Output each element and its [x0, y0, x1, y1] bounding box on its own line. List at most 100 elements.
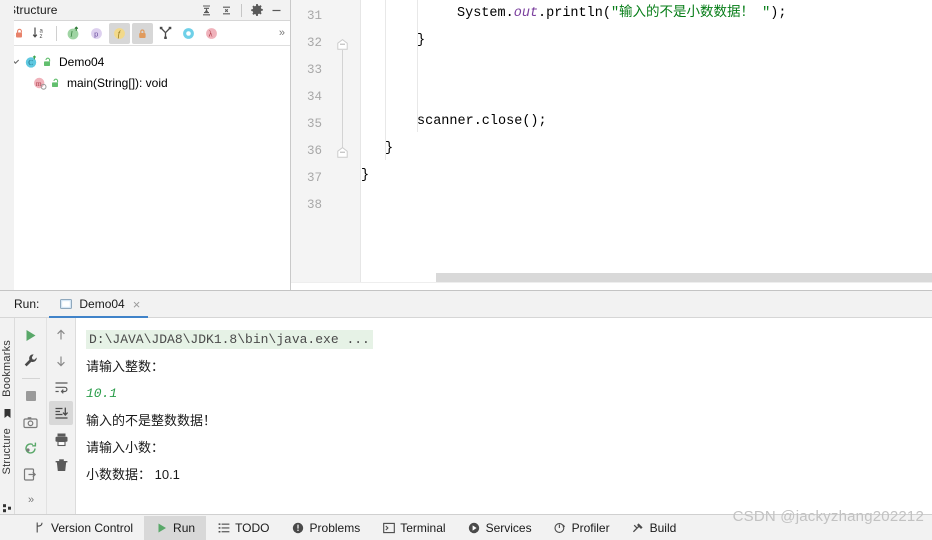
bookmarks-rail-icon [2, 408, 13, 419]
status-item-version-control[interactable]: Version Control [22, 516, 144, 540]
show-fields-icon[interactable]: f [109, 22, 130, 44]
print-icon[interactable] [49, 427, 73, 451]
code-token: ); [770, 6, 787, 21]
public-icon [49, 76, 62, 90]
status-item-label: Terminal [400, 520, 446, 535]
next-occurrence-icon[interactable] [49, 349, 73, 373]
fold-marker-icon[interactable] [337, 38, 348, 50]
editor-horizontal-scrollbar[interactable] [431, 273, 932, 282]
code-token: "输入的不是小数数据！ " [610, 6, 771, 21]
divider [21, 378, 40, 379]
svg-text:p: p [94, 29, 98, 38]
hammer-icon [632, 521, 645, 534]
expand-all-icon[interactable] [197, 1, 216, 20]
console-line: 小数数据： 10.1 [86, 467, 180, 482]
left-tool-rail: Bookmarks Structure [0, 318, 15, 514]
status-item-build[interactable]: Build [621, 516, 688, 540]
run-actions-primary: » [15, 318, 47, 514]
settings-wrench-icon[interactable] [19, 349, 43, 373]
run-tab-bar: Run: Demo04 × [0, 291, 932, 318]
run-actions-secondary [47, 318, 76, 514]
status-item-label: Build [649, 520, 677, 535]
run-actions-more-button[interactable]: » [28, 494, 34, 506]
warning-icon [292, 521, 305, 534]
show-non-public-icon[interactable] [132, 22, 153, 44]
run-window-label: Run: [14, 297, 40, 311]
hide-icon[interactable] [267, 1, 286, 20]
structure-header: Structure [0, 0, 290, 21]
list-icon [217, 521, 230, 534]
status-item-label: Run [173, 520, 196, 535]
top-left-rail [0, 0, 14, 290]
public-icon [41, 55, 54, 69]
console-output[interactable]: D:\JAVA\JDA8\JDK1.8\bin\java.exe ... 请输入… [76, 318, 932, 514]
status-item-todo[interactable]: TODO [206, 516, 280, 540]
sort-alphabetically-icon[interactable]: a z [29, 23, 50, 44]
close-icon[interactable]: × [133, 298, 141, 311]
show-inherited-icon[interactable]: I [63, 23, 84, 44]
run-tab-demo04[interactable]: Demo04 × [49, 292, 149, 318]
top-region: Structure a z I p f λ » C Demo04 m main(… [0, 0, 932, 290]
run-config-icon [59, 297, 73, 311]
status-item-label: Profiler [571, 520, 610, 535]
status-bar: Version Control Run TODO Problems Termin… [0, 514, 932, 540]
code-token: .println( [538, 6, 611, 21]
status-item-profiler[interactable]: Profiler [543, 516, 621, 540]
services-icon [468, 521, 481, 534]
show-interfaces-icon[interactable] [178, 23, 199, 44]
tree-item-class[interactable]: C Demo04 [0, 51, 290, 72]
soft-wrap-icon[interactable] [49, 375, 73, 399]
rail-label-structure[interactable]: Structure [1, 428, 13, 474]
exit-icon[interactable] [19, 462, 43, 486]
line-number: 32 [306, 36, 322, 50]
structure-toolbar-more-button[interactable]: » [279, 27, 285, 39]
tree-item-method[interactable]: m main(String[]): void [0, 72, 290, 93]
show-properties-icon[interactable]: p [86, 23, 107, 44]
idea-window: Structure a z I p f λ » C Demo04 m main(… [0, 0, 932, 540]
console-line: 请输入整数： [86, 359, 165, 374]
rerun-icon[interactable] [19, 323, 43, 347]
status-item-services[interactable]: Services [457, 516, 543, 540]
clear-all-icon[interactable] [49, 453, 73, 477]
rail-label-bookmarks[interactable]: Bookmarks [1, 340, 13, 397]
line-number: 34 [306, 90, 322, 104]
code-line-36: } [385, 141, 394, 156]
divider [241, 3, 242, 17]
code-line-35: scanner.close(); [417, 114, 547, 129]
editor-gutter[interactable]: 31 32 33 34 35 36 37 38 [291, 0, 361, 290]
fold-marker-icon[interactable] [337, 146, 348, 158]
previous-occurrence-icon[interactable] [49, 323, 73, 347]
line-number: 33 [306, 63, 322, 77]
fold-region-line [342, 50, 343, 154]
line-number: 35 [306, 117, 322, 131]
structure-header-actions [197, 1, 286, 20]
line-number: 38 [306, 198, 322, 212]
gear-icon[interactable] [247, 1, 266, 20]
line-number: 31 [306, 9, 322, 23]
show-anonymous-classes-icon[interactable] [155, 23, 176, 44]
dump-threads-icon[interactable] [19, 410, 43, 434]
terminal-icon [382, 521, 395, 534]
tree-item-label: Demo04 [59, 54, 105, 69]
divider [56, 25, 57, 41]
stop-icon[interactable] [19, 384, 43, 408]
code-editor[interactable]: 31 32 33 34 35 36 37 38 System.out.print… [291, 0, 932, 290]
scroll-to-end-icon[interactable] [49, 401, 73, 425]
scrollbar-thumb[interactable] [436, 273, 932, 282]
run-tool-window: Run: Demo04 × Bookmarks Structure » D:\J… [0, 290, 932, 514]
show-lambdas-icon[interactable]: λ [201, 23, 222, 44]
code-line-37: } [361, 168, 370, 183]
tree-item-label: main(String[]): void [67, 75, 168, 90]
console-line: 输入的不是整数数据！ [86, 413, 217, 428]
run-body: Bookmarks Structure » D:\JAVA\JDA8\JDK1.… [0, 318, 932, 514]
status-item-label: TODO [235, 520, 270, 535]
code-token: System. [457, 6, 514, 21]
status-item-label: Version Control [51, 520, 134, 535]
status-item-problems[interactable]: Problems [281, 516, 372, 540]
status-item-terminal[interactable]: Terminal [371, 516, 456, 540]
collapse-all-icon[interactable] [217, 1, 236, 20]
svg-text:C: C [28, 58, 33, 67]
status-item-run[interactable]: Run [144, 515, 207, 540]
code-text-area[interactable]: System.out.println("输入的不是小数数据！ "); } sca… [361, 0, 932, 290]
restart-icon[interactable] [19, 436, 43, 460]
